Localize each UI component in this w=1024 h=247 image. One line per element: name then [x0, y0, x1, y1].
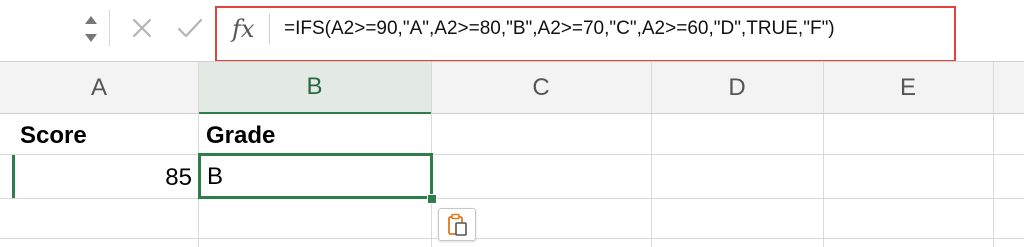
column-header-e[interactable]: E [823, 62, 993, 114]
cell-b1[interactable]: Grade [198, 114, 431, 154]
fill-handle[interactable] [427, 194, 437, 204]
cell-b2-text: B [207, 163, 224, 190]
cell-a2-text: 85 [165, 164, 192, 191]
formula-bar-divider [109, 10, 110, 46]
grid-line [0, 198, 1024, 199]
column-header-b[interactable]: B [198, 62, 431, 114]
formula-input[interactable]: =IFS(A2>=90,"A",A2>=80,"B",A2>=70,"C",A2… [284, 19, 835, 38]
close-icon[interactable] [131, 17, 153, 39]
column-header-c[interactable]: C [431, 62, 651, 114]
paste-options-button[interactable] [438, 208, 476, 241]
cell-b1-text: Grade [206, 122, 276, 149]
fx-icon[interactable]: fx [232, 17, 254, 41]
grid-line [0, 238, 1024, 239]
checkmark-icon[interactable] [177, 17, 203, 39]
formula-divider [269, 14, 270, 44]
clipboard-icon [447, 213, 469, 242]
column-header-d[interactable]: D [651, 62, 823, 114]
cell-b2[interactable]: B [198, 153, 433, 199]
up-down-arrows-icon[interactable] [80, 12, 102, 46]
cell-a1[interactable]: Score [0, 114, 198, 154]
cell-a2[interactable]: 85 [0, 155, 198, 198]
cell-a1-text: Score [20, 122, 87, 149]
column-header-next[interactable] [993, 62, 1024, 114]
column-header-a[interactable]: A [0, 62, 198, 114]
